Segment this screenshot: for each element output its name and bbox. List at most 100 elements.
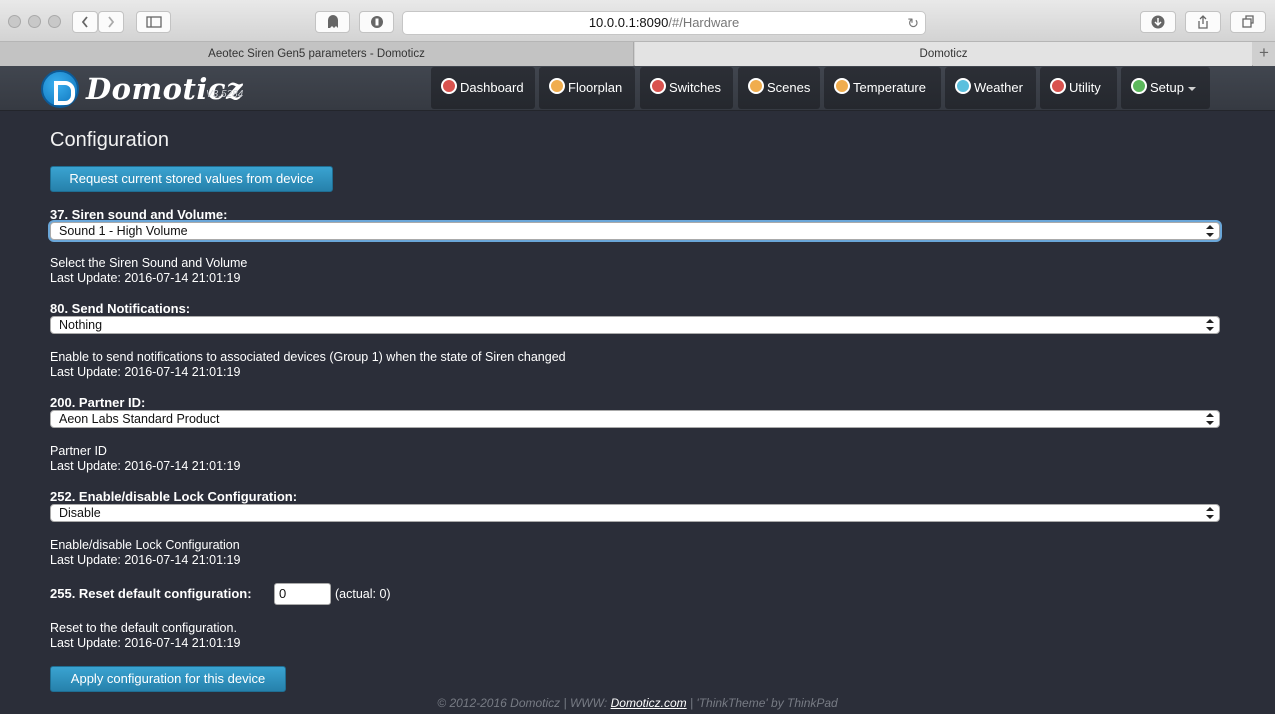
param-252-select[interactable]: Disable: [50, 504, 1220, 522]
nav-label: Switches: [669, 80, 722, 95]
description-text: Enable/disable Lock Configuration: [50, 538, 240, 552]
select-value: Aeon Labs Standard Product: [59, 412, 220, 426]
nav-label: Scenes: [767, 80, 811, 95]
param-252-label: 252. Enable/disable Lock Configuration:: [50, 489, 298, 504]
nav-label: Utility: [1069, 80, 1101, 95]
select-arrows-icon: [1206, 319, 1214, 331]
utility-icon: [1050, 78, 1066, 94]
footer-copyright: © 2012-2016 Domoticz | WWW:: [437, 696, 611, 710]
nav-label: Floorplan: [568, 80, 623, 95]
ghost-icon: [327, 15, 338, 28]
weather-icon: [955, 78, 971, 94]
description-text: Select the Siren Sound and Volume: [50, 256, 248, 270]
domoticz-logo-icon[interactable]: [41, 70, 79, 108]
last-update-text: Last Update: 2016-07-14 21:01:19: [50, 271, 241, 285]
param-80-select[interactable]: Nothing: [50, 316, 1220, 334]
reload-icon[interactable]: ↻: [907, 12, 919, 34]
last-update-text: Last Update: 2016-07-14 21:01:19: [50, 636, 241, 650]
app-version: V3.5284: [206, 89, 244, 100]
last-update-text: Last Update: 2016-07-14 21:01:19: [50, 365, 241, 379]
nav-switches[interactable]: Switches: [640, 67, 733, 109]
param-37-description: Select the Siren Sound and Volume Last U…: [50, 256, 247, 286]
param-200-select[interactable]: Aeon Labs Standard Product: [50, 410, 1220, 428]
sidebar-button[interactable]: [136, 11, 171, 33]
setup-label: Setup: [1150, 80, 1184, 95]
chevron-left-icon: [81, 16, 88, 28]
share-button[interactable]: [1185, 11, 1221, 33]
select-value: Sound 1 - High Volume: [59, 224, 188, 238]
select-value: Disable: [59, 506, 101, 520]
nav-floorplan[interactable]: Floorplan: [539, 67, 635, 109]
nav-label: Dashboard: [460, 80, 524, 95]
switches-icon: [650, 78, 666, 94]
address-bar[interactable]: 10.0.0.1:8090/#/Hardware ↻: [402, 11, 926, 35]
tabs-icon: [1242, 15, 1254, 28]
nav-label: Weather: [974, 80, 1023, 95]
param-80-description: Enable to send notifications to associat…: [50, 350, 566, 380]
select-arrows-icon: [1206, 413, 1214, 425]
floorplan-icon: [549, 78, 565, 94]
minimize-window-button[interactable]: [28, 15, 41, 28]
tab-label: Domoticz: [919, 48, 968, 60]
nav-label: Temperature: [853, 80, 926, 95]
download-icon: [1151, 15, 1165, 29]
param-80-label: 80. Send Notifications:: [50, 301, 191, 316]
description-text: Partner ID: [50, 444, 107, 458]
new-tab-button[interactable]: +: [1253, 42, 1275, 66]
dashboard-icon: [441, 78, 457, 94]
downloads-button[interactable]: [1140, 11, 1176, 33]
app-navbar: Domoticz V3.5284 Dashboard Floorplan Swi…: [0, 66, 1275, 111]
tab-label: Aeotec Siren Gen5 parameters - Domoticz: [208, 48, 425, 60]
setup-icon: [1131, 78, 1147, 94]
nav-label: Setup: [1150, 67, 1196, 109]
param-200-label: 200. Partner ID:: [50, 395, 146, 410]
last-update-text: Last Update: 2016-07-14 21:01:19: [50, 553, 241, 567]
url-path: /#/Hardware: [668, 15, 740, 30]
description-text: Reset to the default configuration.: [50, 621, 237, 635]
browser-tab-bar: Aeotec Siren Gen5 parameters - Domoticz …: [0, 42, 1275, 66]
nav-utility[interactable]: Utility: [1040, 67, 1117, 109]
share-icon: [1198, 15, 1208, 29]
close-window-button[interactable]: [8, 15, 21, 28]
page-title: Configuration: [50, 129, 169, 151]
param-252-description: Enable/disable Lock Configuration Last U…: [50, 538, 240, 568]
apply-configuration-button[interactable]: Apply configuration for this device: [50, 666, 286, 692]
nav-temperature[interactable]: Temperature: [824, 67, 941, 109]
nav-weather[interactable]: Weather: [945, 67, 1036, 109]
description-text: Enable to send notifications to associat…: [50, 350, 566, 364]
request-values-button[interactable]: Request current stored values from devic…: [50, 166, 333, 192]
param-200-description: Partner ID Last Update: 2016-07-14 21:01…: [50, 444, 240, 474]
caret-down-icon: [1187, 86, 1196, 91]
browser-toolbar: 10.0.0.1:8090/#/Hardware ↻: [0, 0, 1275, 42]
param-255-input[interactable]: 0: [274, 583, 331, 605]
shield-icon: [370, 16, 383, 28]
nav-scenes[interactable]: Scenes: [738, 67, 820, 109]
back-button[interactable]: [72, 11, 98, 33]
select-value: Nothing: [59, 318, 103, 332]
footer: © 2012-2016 Domoticz | WWW: Domoticz.com…: [0, 696, 1275, 710]
param-255-label: 255. Reset default configuration:: [50, 586, 252, 601]
last-update-text: Last Update: 2016-07-14 21:01:19: [50, 459, 241, 473]
ghostery-button[interactable]: [315, 11, 350, 33]
param-37-label: 37. Siren sound and Volume:: [50, 207, 228, 222]
adblock-button[interactable]: [359, 11, 394, 33]
tab-domoticz[interactable]: Domoticz: [635, 42, 1252, 66]
url-host: 10.0.0.1:8090: [588, 15, 669, 30]
footer-credits: | 'ThinkTheme' by ThinkPad: [686, 696, 838, 710]
param-255-description: Reset to the default configuration. Last…: [50, 621, 240, 651]
tabs-overview-button[interactable]: [1230, 11, 1266, 33]
chevron-right-icon: [108, 16, 115, 28]
select-arrows-icon: [1206, 507, 1214, 519]
footer-link[interactable]: Domoticz.com: [611, 696, 687, 710]
sidebar-icon: [145, 16, 162, 28]
param-255-actual: (actual: 0): [335, 587, 391, 601]
tab-aeotec-siren[interactable]: Aeotec Siren Gen5 parameters - Domoticz: [0, 42, 634, 66]
nav-dashboard[interactable]: Dashboard: [431, 67, 535, 109]
nav-setup[interactable]: Setup: [1121, 67, 1210, 109]
select-arrows-icon: [1206, 225, 1214, 237]
temperature-icon: [834, 78, 850, 94]
forward-button[interactable]: [98, 11, 124, 33]
scenes-icon: [748, 78, 764, 94]
zoom-window-button[interactable]: [48, 15, 61, 28]
param-37-select[interactable]: Sound 1 - High Volume: [50, 222, 1220, 240]
